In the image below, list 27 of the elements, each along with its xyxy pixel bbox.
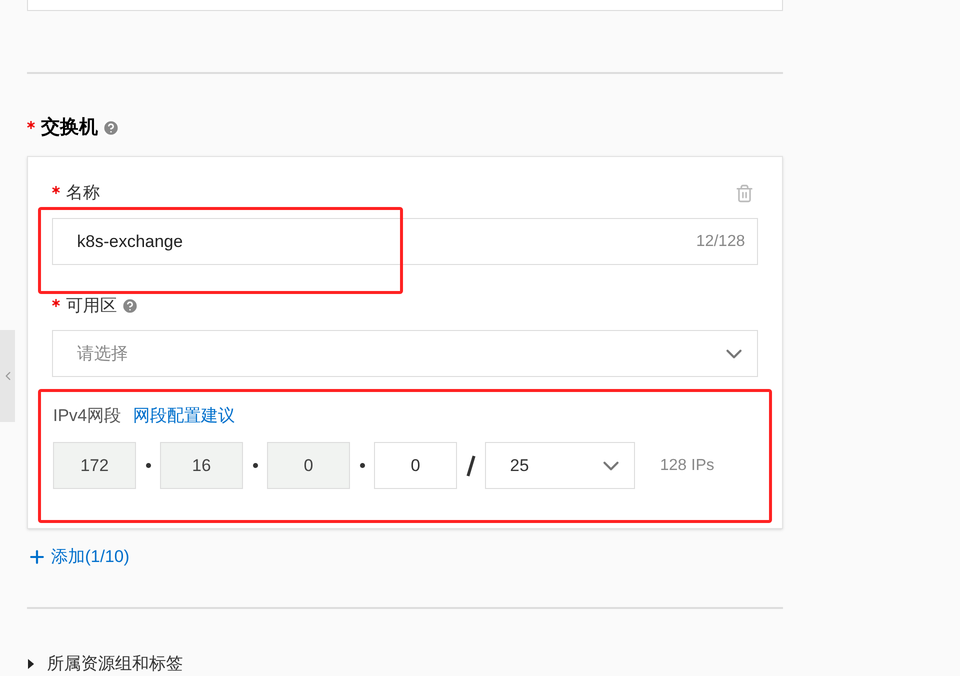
octet-field: 172 bbox=[53, 442, 136, 489]
field-label: 名称 bbox=[66, 182, 100, 204]
octet-field: 0 bbox=[267, 442, 350, 489]
field-label: IPv4网段 bbox=[53, 405, 122, 428]
chevron-left-tab[interactable] bbox=[0, 330, 15, 422]
octet-field: 16 bbox=[160, 442, 243, 489]
section-title: 交换机 bbox=[41, 116, 98, 140]
config-advice-link[interactable]: 网段配置建议 bbox=[133, 403, 236, 429]
add-link[interactable]: 添加(1/10) bbox=[27, 545, 783, 569]
dot-separator bbox=[252, 463, 258, 468]
help-icon[interactable] bbox=[102, 119, 120, 137]
character-counter: 12/128 bbox=[696, 232, 745, 252]
ip-count: 128 IPs bbox=[660, 456, 714, 476]
help-icon[interactable] bbox=[121, 297, 139, 315]
text-area[interactable] bbox=[27, 0, 783, 11]
plus-icon bbox=[27, 547, 47, 567]
trash-icon[interactable] bbox=[735, 184, 754, 202]
prefix-select[interactable]: 25 bbox=[485, 442, 635, 489]
name-input-field[interactable]: k8s-exchange 12/128 bbox=[52, 218, 758, 265]
dot-separator bbox=[360, 463, 364, 468]
octet-field[interactable]: 0 bbox=[374, 442, 457, 489]
zone-select[interactable]: 请选择 bbox=[52, 330, 758, 377]
input-value: k8s-exchange bbox=[77, 230, 183, 253]
field-label: 可用区 bbox=[66, 295, 117, 318]
dot-separator bbox=[146, 463, 150, 468]
collapsible-toggle[interactable]: 所属资源组和标签 bbox=[27, 651, 783, 676]
caret-right-icon bbox=[27, 658, 35, 669]
